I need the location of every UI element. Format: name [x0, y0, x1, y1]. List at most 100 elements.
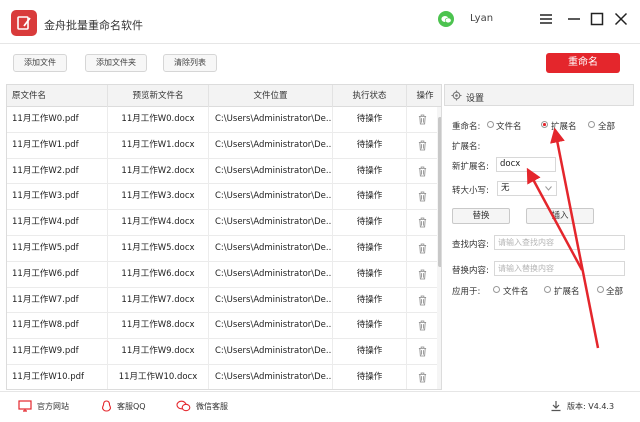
wechat-service-label: 微信客服 [196, 401, 228, 411]
add-folder-button[interactable]: 添加文件夹 [85, 54, 147, 72]
rename-option-filename[interactable]: 文件名 [496, 120, 522, 132]
table-row[interactable]: 11月工作W0.pdf 11月工作W0.docx C:\Users\Administ… [7, 107, 437, 133]
trash-icon[interactable] [418, 269, 427, 280]
cell-preview-name: 11月工作W10.docx [108, 365, 209, 389]
case-select-value: 无 [501, 183, 510, 193]
cell-preview-name: 11月工作W5.docx [108, 236, 209, 262]
replace-input[interactable]: 请输入替换内容 [494, 261, 625, 276]
official-website-label: 官方网站 [37, 401, 69, 411]
add-file-button[interactable]: 添加文件 [13, 54, 67, 72]
scrollbar-thumb[interactable] [438, 117, 441, 267]
cell-action [407, 339, 437, 365]
cell-location: C:\Users\Administrator\De... [209, 158, 333, 185]
trash-icon[interactable] [418, 191, 427, 202]
extension-label: 扩展名: [452, 142, 481, 152]
wechat-service-icon [176, 400, 191, 412]
rename-button[interactable]: 重命名 [546, 53, 620, 73]
download-icon[interactable] [550, 400, 562, 412]
wechat-icon[interactable] [438, 11, 454, 27]
table-row[interactable]: 11月工作W5.pdf 11月工作W5.docx C:\Users\Administ… [7, 236, 437, 262]
version-label: 版本: V4.4.3 [567, 401, 615, 411]
apply-option-all[interactable]: 全部 [606, 285, 623, 297]
apply-radio-filename[interactable] [493, 286, 500, 293]
rename-radio-all[interactable] [588, 121, 595, 128]
cell-status: 待操作 [333, 261, 407, 288]
gear-icon [451, 90, 462, 101]
cell-location: C:\Users\Administrator\De... [209, 313, 333, 340]
apply-radio-extension[interactable] [544, 286, 551, 293]
table-row[interactable]: 11月工作W7.pdf 11月工作W7.docx C:\Users\Administ… [7, 287, 437, 314]
table-scrollbar[interactable] [437, 107, 441, 389]
find-label: 查找内容: [452, 240, 489, 250]
apply-radio-all[interactable] [597, 286, 604, 293]
trash-icon[interactable] [418, 320, 427, 331]
header-original-name[interactable]: 原文件名 [7, 85, 108, 107]
replace-button[interactable]: 替换 [452, 208, 510, 224]
cell-action [407, 133, 437, 159]
cell-original-name: 11月工作W0.pdf [7, 107, 108, 133]
new-extension-input[interactable]: docx [496, 157, 556, 172]
cell-action [407, 210, 437, 236]
cell-action [407, 107, 437, 133]
rename-radio-filename[interactable] [487, 121, 494, 128]
trash-icon[interactable] [418, 295, 427, 306]
table-row[interactable]: 11月工作W6.pdf 11月工作W6.docx C:\Users\Administ… [7, 261, 437, 288]
cell-status: 待操作 [333, 184, 407, 211]
maximize-icon[interactable] [589, 11, 605, 27]
minimize-icon[interactable] [566, 11, 582, 27]
cell-location: C:\Users\Administrator\De... [209, 261, 333, 288]
cell-preview-name: 11月工作W1.docx [108, 132, 209, 159]
close-icon[interactable] [613, 11, 629, 27]
cell-location: C:\Users\Administrator\De... [209, 184, 333, 211]
case-select[interactable]: 无 [497, 181, 557, 196]
table-row[interactable]: 11月工作W1.pdf 11月工作W1.docx C:\Users\Administ… [7, 132, 437, 159]
table-row[interactable]: 11月工作W8.pdf 11月工作W8.docx C:\Users\Administ… [7, 313, 437, 340]
trash-icon[interactable] [418, 372, 427, 383]
clear-list-button[interactable]: 清除列表 [163, 54, 217, 72]
cell-original-name: 11月工作W10.pdf [7, 365, 108, 389]
cell-action [407, 236, 437, 262]
hamburger-menu-icon[interactable] [538, 11, 554, 27]
table-row[interactable]: 11月工作W10.pdf 11月工作W10.docx C:\Users\Admini… [7, 365, 437, 389]
cell-action [407, 262, 437, 288]
header-location[interactable]: 文件位置 [209, 85, 333, 107]
cell-location: C:\Users\Administrator\De... [209, 210, 333, 236]
table-row[interactable]: 11月工作W3.pdf 11月工作W3.docx C:\Users\Administ… [7, 184, 437, 211]
app-logo-icon [11, 10, 37, 36]
rename-option-extension[interactable]: 扩展名 [551, 120, 577, 132]
cell-original-name: 11月工作W3.pdf [7, 184, 108, 211]
cell-original-name: 11月工作W5.pdf [7, 236, 108, 262]
header-preview-name[interactable]: 预览新文件名 [108, 85, 209, 107]
cell-status: 待操作 [333, 365, 407, 389]
rename-radio-extension[interactable] [541, 121, 548, 128]
wechat-service-link[interactable]: 微信客服 [176, 400, 228, 412]
cell-action [407, 365, 437, 389]
trash-icon[interactable] [418, 114, 427, 125]
trash-icon[interactable] [418, 166, 427, 177]
cell-preview-name: 11月工作W8.docx [108, 313, 209, 340]
header-status[interactable]: 执行状态 [333, 85, 407, 107]
qq-service-link[interactable]: 客服QQ [101, 400, 146, 413]
cell-preview-name: 11月工作W4.docx [108, 210, 209, 236]
cell-location: C:\Users\Administrator\De... [209, 132, 333, 159]
insert-button[interactable]: 插入 [526, 208, 594, 224]
username[interactable]: Lyan [470, 13, 493, 24]
qq-service-label: 客服QQ [117, 402, 146, 411]
trash-icon[interactable] [418, 140, 427, 151]
rename-option-all[interactable]: 全部 [598, 120, 615, 132]
table-row[interactable]: 11月工作W4.pdf 11月工作W4.docx C:\Users\Administ… [7, 210, 437, 236]
table-row[interactable]: 11月工作W9.pdf 11月工作W9.docx C:\Users\Administ… [7, 339, 437, 365]
trash-icon[interactable] [418, 243, 427, 254]
cell-location: C:\Users\Administrator\De... [209, 339, 333, 365]
find-input[interactable]: 请输入查找内容 [494, 235, 625, 250]
apply-option-extension[interactable]: 扩展名 [554, 285, 580, 297]
table-row[interactable]: 11月工作W2.pdf 11月工作W2.docx C:\Users\Administ… [7, 158, 437, 185]
apply-option-filename[interactable]: 文件名 [503, 285, 529, 297]
trash-icon[interactable] [418, 217, 427, 228]
official-website-link[interactable]: 官方网站 [18, 400, 69, 412]
trash-icon[interactable] [418, 346, 427, 357]
case-label: 转大小写: [452, 186, 489, 196]
cell-original-name: 11月工作W2.pdf [7, 158, 108, 185]
cell-status: 待操作 [333, 210, 407, 236]
chevron-down-icon [545, 186, 552, 191]
